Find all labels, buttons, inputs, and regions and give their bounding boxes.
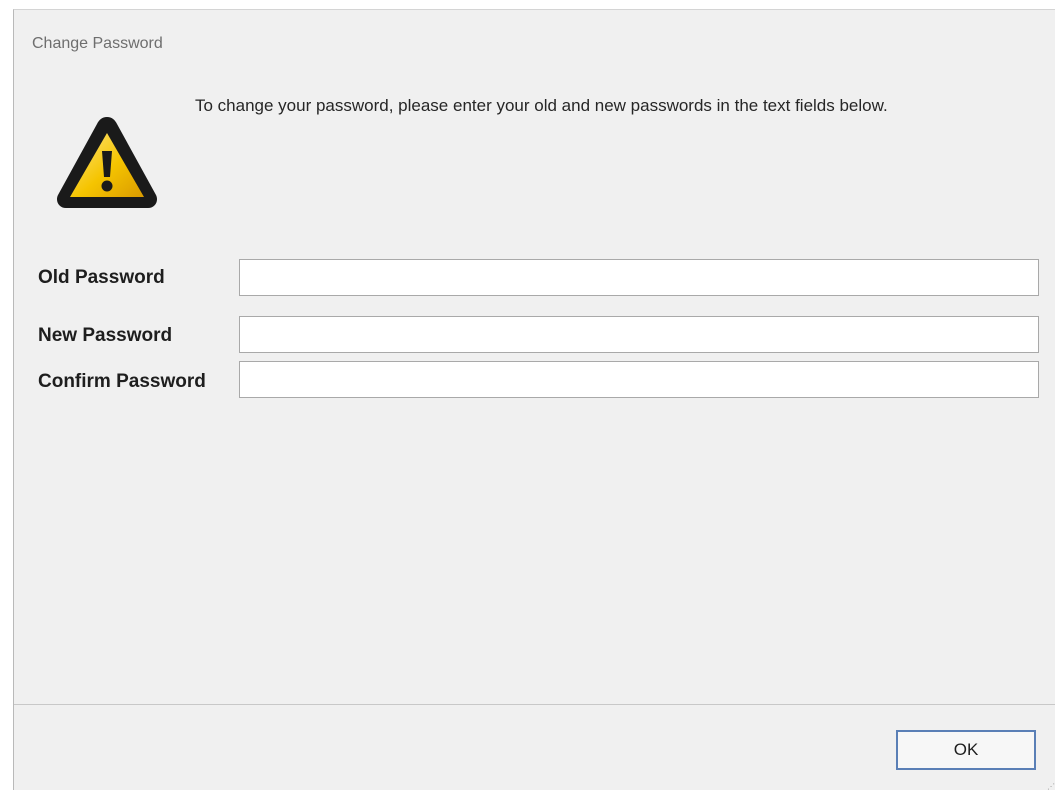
confirm-password-label: Confirm Password [38,371,206,392]
resize-grip-icon[interactable]: ⋰ [1047,782,1055,791]
ok-button[interactable]: OK [896,730,1036,770]
confirm-password-field[interactable] [239,361,1039,398]
old-password-label: Old Password [38,267,165,288]
old-password-field[interactable] [239,259,1039,296]
warning-triangle-icon [54,113,160,211]
instruction-message: To change your password, please enter yo… [195,96,888,115]
footer-divider [14,704,1055,705]
dialog-title: Change Password [32,35,163,52]
change-password-dialog: Change Password To change your password,… [13,9,1055,791]
new-password-label: New Password [38,325,173,346]
new-password-field[interactable] [239,316,1039,353]
